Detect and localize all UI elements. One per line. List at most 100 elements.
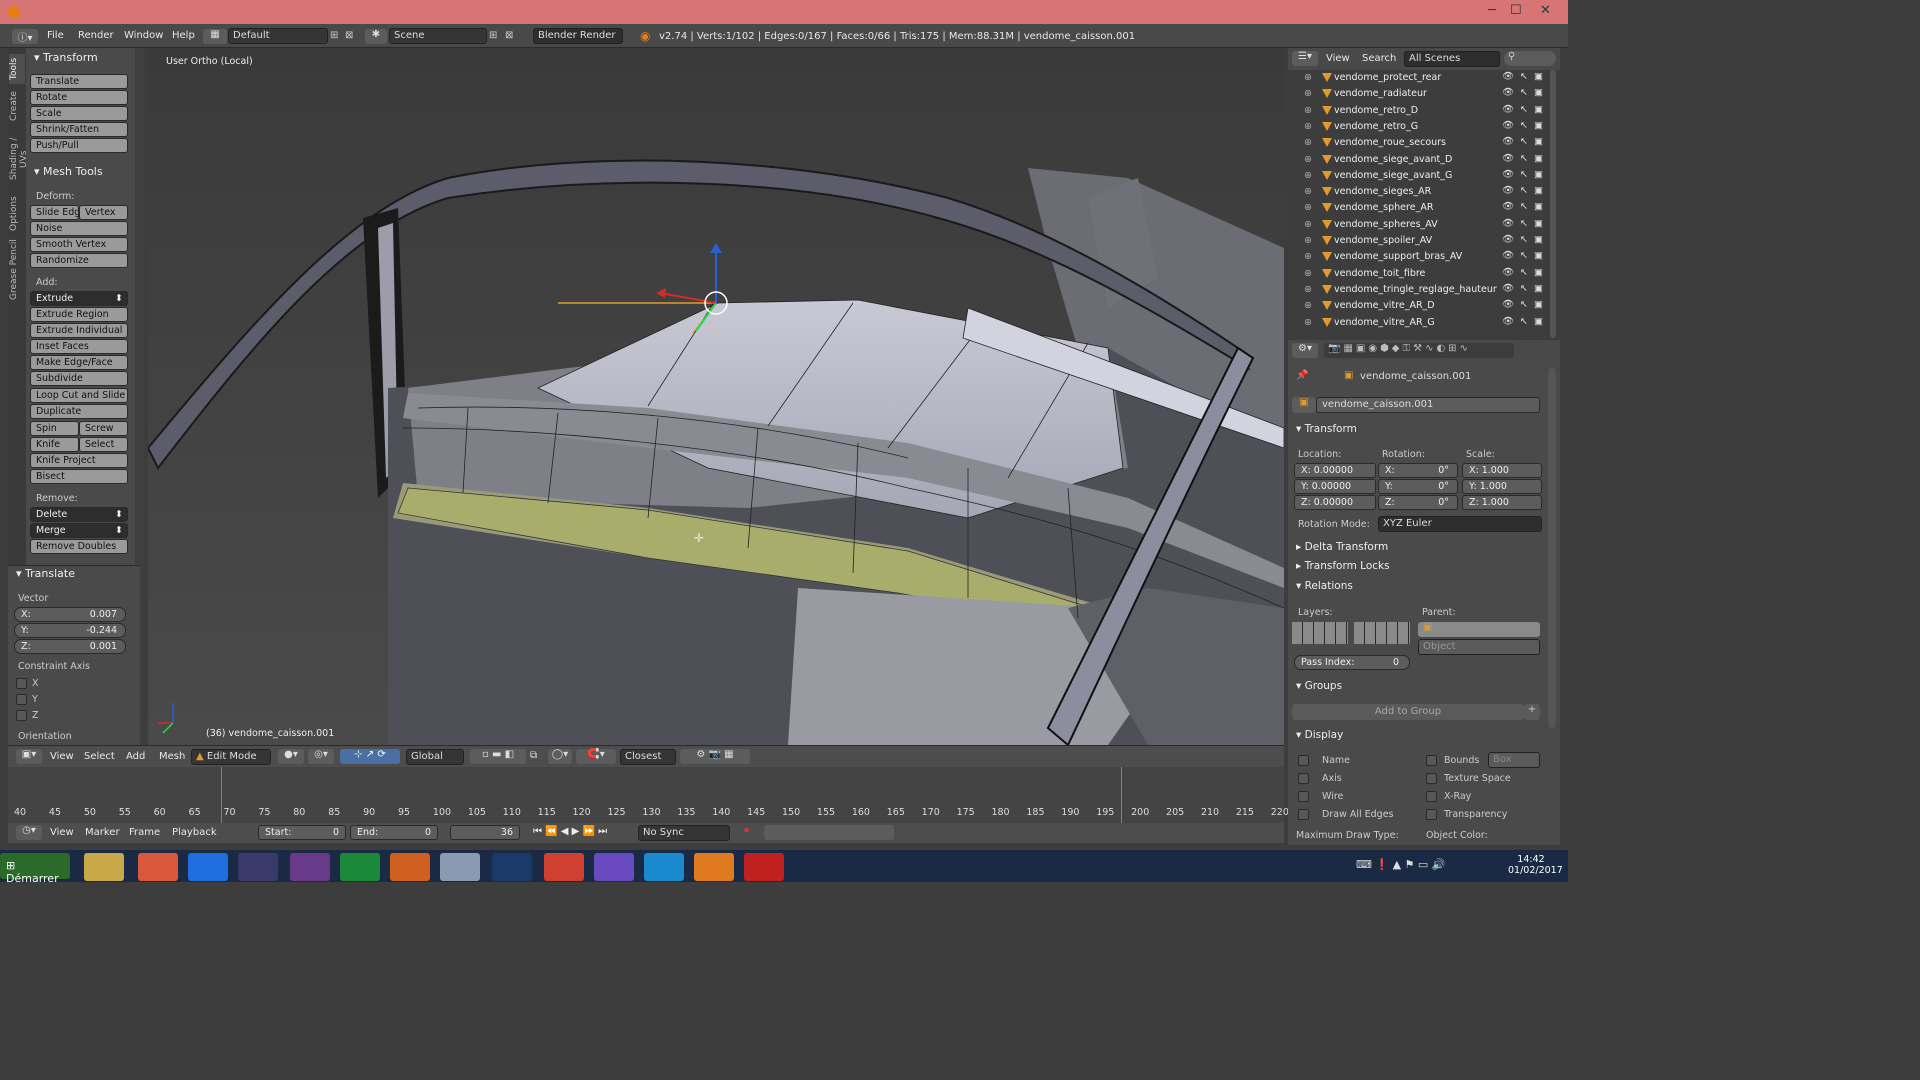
new-group-icon[interactable]: +	[1524, 704, 1540, 720]
select-arrow-icon[interactable]: ↖	[1520, 283, 1528, 294]
outliner-row[interactable]: ⊕ vendome_retro_G 👁 ↖ ▣	[1288, 119, 1560, 135]
tab-shading-uvs[interactable]: Shading / UVs	[9, 128, 29, 190]
system-tray-icons[interactable]: ⌨ ❗ ▲ ⚑ ▭ 🔊	[1356, 858, 1486, 876]
render-camera-icon[interactable]: ▣	[1534, 169, 1543, 180]
expand-icon[interactable]: ⊕	[1304, 251, 1312, 262]
minimize-button[interactable]: ─	[1488, 3, 1496, 18]
app-icon-4[interactable]	[744, 853, 784, 881]
extrude-menu[interactable]: Extrude ⬍	[30, 291, 128, 306]
expand-icon[interactable]: ⊕	[1304, 284, 1312, 295]
outliner-search-input[interactable]: ⚲	[1504, 51, 1556, 66]
outliner-row[interactable]: ⊕ vendome_tringle_reglage_hauteur 👁 ↖ ▣	[1288, 282, 1560, 298]
notepad-icon[interactable]	[440, 853, 480, 881]
render-camera-icon[interactable]: ▣	[1534, 201, 1543, 212]
push-pull-button[interactable]: Push/Pull	[30, 138, 128, 153]
relations-header[interactable]: ▾ Relations	[1296, 580, 1353, 592]
expand-icon[interactable]: ⊕	[1304, 219, 1312, 230]
visibility-eye-icon[interactable]: 👁	[1502, 267, 1514, 278]
render-camera-icon[interactable]: ▣	[1534, 234, 1543, 245]
maximize-button[interactable]: ☐	[1510, 3, 1522, 18]
select-mode-icons[interactable]: ▫ ▬ ◧	[470, 749, 526, 764]
tab-create[interactable]: Create	[9, 88, 25, 124]
select-arrow-icon[interactable]: ↖	[1520, 250, 1528, 261]
extrude-individual-button[interactable]: Extrude Individual	[30, 323, 128, 338]
scale-button[interactable]: Scale	[30, 106, 128, 121]
extrude-region-button[interactable]: Extrude Region	[30, 307, 128, 322]
object-name-field[interactable]: vendome_caisson.001	[1316, 397, 1540, 413]
visibility-eye-icon[interactable]: 👁	[1502, 136, 1514, 147]
outliner-row[interactable]: ⊕ vendome_sieges_AR 👁 ↖ ▣	[1288, 184, 1560, 200]
visibility-eye-icon[interactable]: 👁	[1502, 71, 1514, 82]
select-arrow-icon[interactable]: ↖	[1520, 201, 1528, 212]
render-camera-icon[interactable]: ▣	[1534, 71, 1543, 82]
expand-icon[interactable]: ⊕	[1304, 121, 1312, 132]
display-bounds-checkbox[interactable]	[1426, 755, 1437, 766]
rotation-y-field[interactable]: Y: 0°	[1378, 479, 1458, 494]
transform-panel-header[interactable]: ▾ Transform	[34, 51, 98, 64]
app-icon-2[interactable]	[290, 853, 330, 881]
display-axis-checkbox[interactable]	[1298, 773, 1309, 784]
bounds-type-select[interactable]: Box	[1488, 752, 1540, 768]
select-arrow-icon[interactable]: ↖	[1520, 120, 1528, 131]
select-arrow-icon[interactable]: ↖	[1520, 71, 1528, 82]
slide-edge-button[interactable]: Slide Edg	[30, 205, 79, 220]
expand-icon[interactable]: ⊕	[1304, 137, 1312, 148]
tab-grease-pencil[interactable]: Grease Pencil	[9, 238, 25, 302]
timeline-frame-menu[interactable]: Frame	[129, 827, 160, 838]
merge-menu[interactable]: Merge ⬍	[30, 523, 128, 538]
select-arrow-icon[interactable]: ↖	[1520, 218, 1528, 229]
render-camera-icon[interactable]: ▣	[1534, 250, 1543, 261]
outliner-row[interactable]: ⊕ vendome_siege_avant_G 👁 ↖ ▣	[1288, 168, 1560, 184]
expand-icon[interactable]: ⊕	[1304, 154, 1312, 165]
expand-icon[interactable]: ⊕	[1304, 186, 1312, 197]
draw-all-edges-checkbox[interactable]	[1298, 809, 1309, 820]
texture-space-checkbox[interactable]	[1426, 773, 1437, 784]
visibility-eye-icon[interactable]: 👁	[1502, 316, 1514, 327]
end-frame-field[interactable]: End: 0	[350, 825, 438, 840]
expand-icon[interactable]: ⊕	[1304, 202, 1312, 213]
visibility-eye-icon[interactable]: 👁	[1502, 234, 1514, 245]
expand-icon[interactable]: ⊕	[1304, 235, 1312, 246]
select-arrow-icon[interactable]: ↖	[1520, 136, 1528, 147]
clock[interactable]: 14:42 01/02/2017	[1508, 854, 1563, 876]
timeline-marker-menu[interactable]: Marker	[85, 827, 120, 838]
outliner-row[interactable]: ⊕ vendome_spoiler_AV 👁 ↖ ▣	[1288, 233, 1560, 249]
select-menu[interactable]: Select	[84, 751, 115, 762]
snap-icons[interactable]: 🧲▾	[576, 749, 616, 764]
outliner-row[interactable]: ⊕ vendome_siege_avant_D 👁 ↖ ▣	[1288, 152, 1560, 168]
location-z-field[interactable]: Z: 0.00000	[1294, 495, 1376, 510]
remove-scene-icon[interactable]: ⊠	[505, 30, 513, 41]
skype-icon[interactable]	[644, 853, 684, 881]
close-button[interactable]: ✕	[1540, 3, 1551, 18]
render-camera-icon[interactable]: ▣	[1534, 283, 1543, 294]
render-camera-icon[interactable]: ▣	[1534, 120, 1543, 131]
outliner-row[interactable]: ⊕ vendome_vitre_AR_G 👁 ↖ ▣	[1288, 315, 1560, 331]
editor-type-icon[interactable]: ▣▾	[16, 749, 42, 764]
menu-help[interactable]: Help	[172, 30, 195, 41]
outliner-view-menu[interactable]: View	[1326, 53, 1350, 64]
layers-grid-b[interactable]	[1354, 622, 1410, 644]
explorer-icon[interactable]	[84, 853, 124, 881]
render-camera-icon[interactable]: ▣	[1534, 153, 1543, 164]
shrink-fatten-button[interactable]: Shrink/Fatten	[30, 122, 128, 137]
layout-icon[interactable]: ▦	[203, 29, 227, 44]
start-frame-field[interactable]: Start: 0	[258, 825, 346, 840]
firefox-icon[interactable]	[390, 853, 430, 881]
display-header[interactable]: ▾ Display	[1296, 729, 1343, 741]
visibility-eye-icon[interactable]: 👁	[1502, 201, 1514, 212]
blender-taskbar-icon[interactable]	[694, 853, 734, 881]
bisect-button[interactable]: Bisect	[30, 469, 128, 484]
orientation-select[interactable]: Global	[406, 749, 464, 765]
render-camera-icon[interactable]: ▣	[1534, 136, 1543, 147]
visibility-eye-icon[interactable]: 👁	[1502, 87, 1514, 98]
translate-button[interactable]: Translate	[30, 74, 128, 89]
vector-x-field[interactable]: X: 0.007	[14, 607, 126, 622]
slide-vertex-button[interactable]: Vertex	[79, 205, 128, 220]
display-name-checkbox[interactable]	[1298, 755, 1309, 766]
render-camera-icon[interactable]: ▣	[1534, 316, 1543, 327]
transform-section-header[interactable]: ▾ Transform	[1296, 423, 1357, 435]
make-edge-face-button[interactable]: Make Edge/Face	[30, 355, 128, 370]
properties-editor-icon[interactable]: ⚙▾	[1292, 343, 1318, 358]
inset-faces-button[interactable]: Inset Faces	[30, 339, 128, 354]
duplicate-button[interactable]: Duplicate	[30, 404, 128, 419]
